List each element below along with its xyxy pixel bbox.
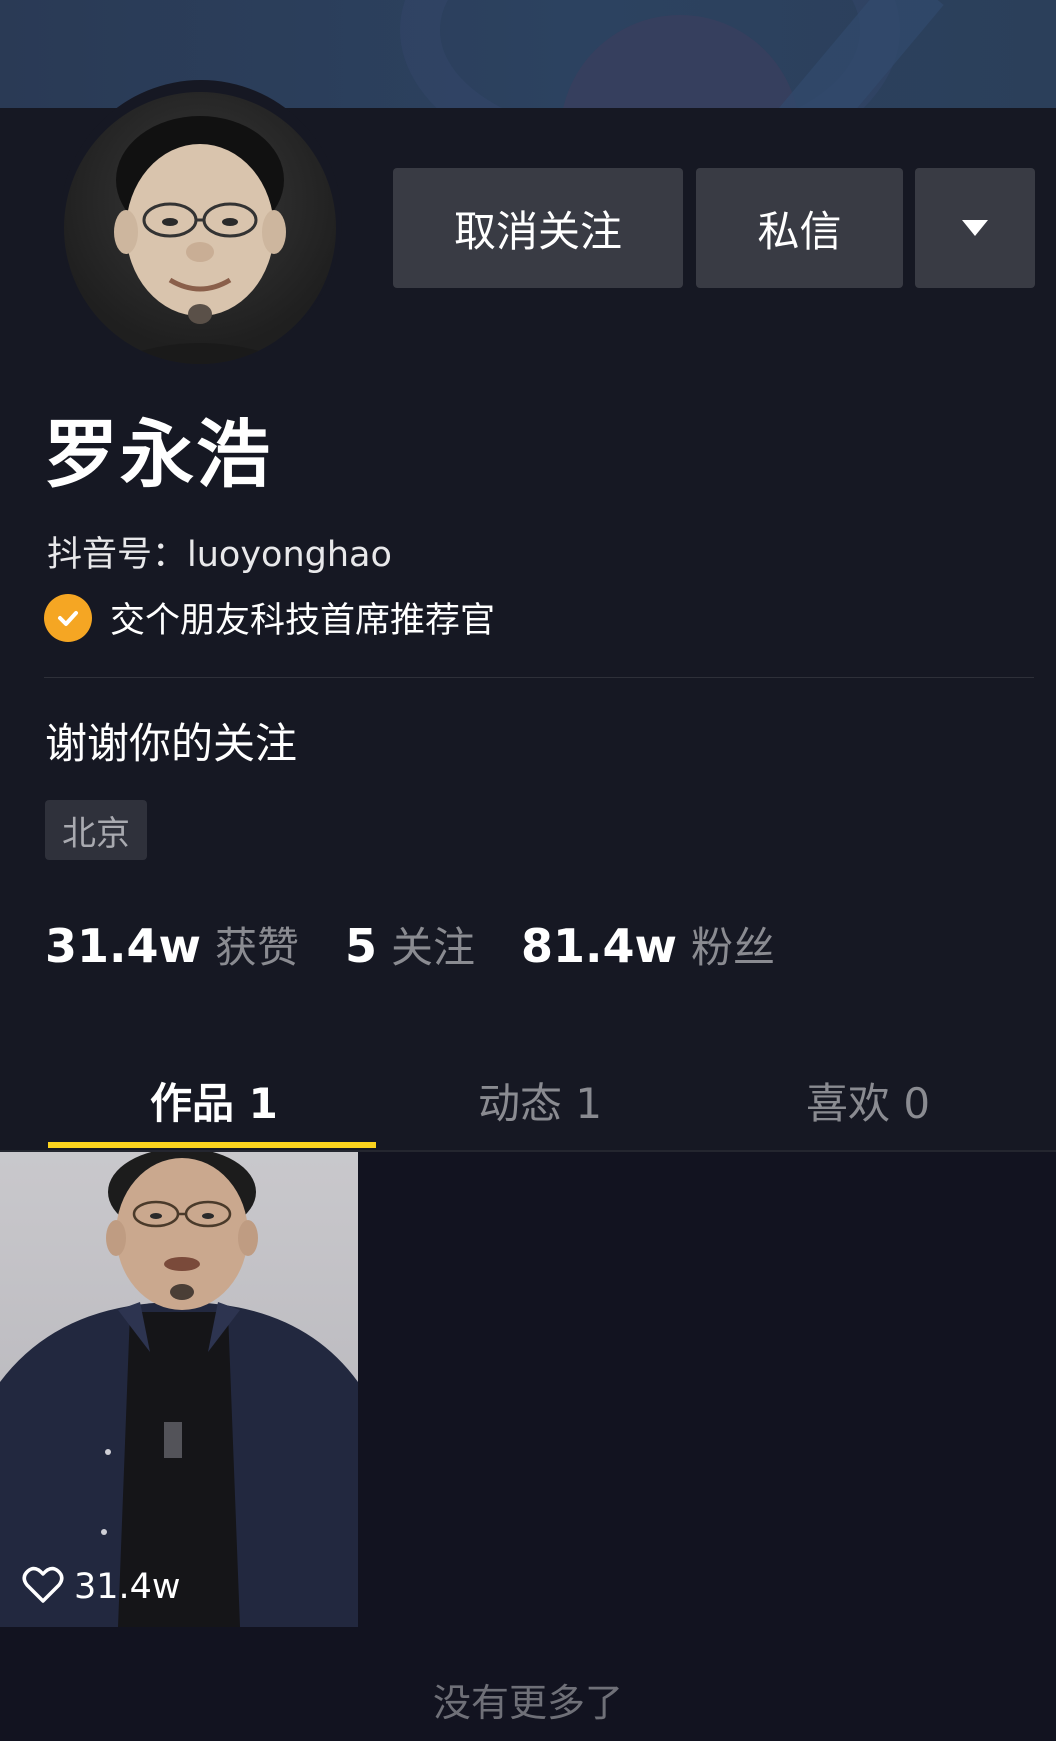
video-like-row: 31.4w bbox=[22, 1566, 181, 1608]
message-button-label: 私信 bbox=[757, 206, 842, 256]
verification-row: 交个朋友科技首席推荐官 bbox=[44, 592, 495, 643]
following-label[interactable]: 关注 bbox=[391, 914, 475, 975]
profile-bio: 谢谢你的关注 bbox=[45, 719, 298, 768]
verified-check-icon bbox=[44, 593, 92, 642]
message-button[interactable]: 私信 bbox=[696, 168, 903, 288]
heart-icon bbox=[22, 1566, 64, 1608]
caret-down-icon bbox=[962, 220, 988, 236]
video-thumbnail[interactable] bbox=[0, 1152, 358, 1627]
likes-label: 获赞 bbox=[215, 923, 300, 972]
tab-likes[interactable]: 喜欢 0 bbox=[806, 1070, 930, 1131]
likes-count: 31.4w bbox=[45, 919, 201, 973]
tab-works[interactable]: 作品 1 bbox=[150, 1070, 278, 1131]
verification-text: 交个朋友科技首席推荐官 bbox=[110, 601, 496, 641]
video-like-count: 31.4w bbox=[74, 1567, 181, 1607]
profile-name: 罗永浩 bbox=[44, 412, 272, 498]
content-tabs: 作品 1 动态 1 喜欢 0 bbox=[0, 1040, 1056, 1152]
more-options-button[interactable] bbox=[915, 168, 1035, 288]
divider bbox=[44, 677, 1034, 678]
unfollow-button-label: 取消关注 bbox=[453, 206, 622, 256]
following-count[interactable]: 5 bbox=[345, 919, 377, 973]
profile-stats: 31.4w 获赞 5 关注 81.4w 粉丝 bbox=[45, 914, 775, 975]
followers-count[interactable]: 81.4w bbox=[521, 919, 677, 973]
location-tag: 北京 bbox=[45, 800, 147, 860]
avatar-image bbox=[64, 92, 336, 364]
no-more-text: 没有更多了 bbox=[432, 1681, 623, 1725]
avatar[interactable] bbox=[60, 80, 342, 364]
douyin-id: 抖音号：luoyonghao bbox=[47, 535, 392, 575]
location-text: 北京 bbox=[62, 813, 130, 854]
tab-posts[interactable]: 动态 1 bbox=[478, 1070, 602, 1131]
unfollow-button[interactable]: 取消关注 bbox=[393, 168, 683, 288]
followers-label[interactable]: 粉丝 bbox=[691, 914, 775, 975]
active-tab-indicator bbox=[48, 1142, 376, 1148]
